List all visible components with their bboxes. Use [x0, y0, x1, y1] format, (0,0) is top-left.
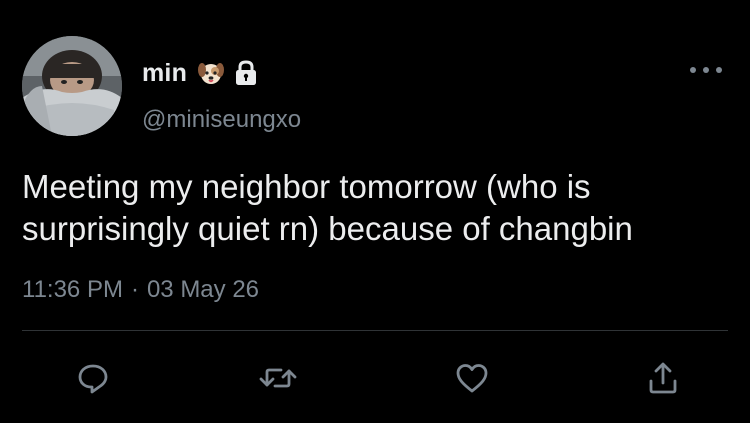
more-dot-icon: [716, 67, 722, 73]
more-options-button[interactable]: [690, 64, 722, 76]
tweet-text-line: surprisingly quiet rn) because of changb…: [22, 210, 633, 247]
avatar-image: [22, 36, 122, 136]
name-row: min: [142, 55, 259, 91]
more-dot-icon: [703, 67, 709, 73]
meta-separator: ·: [130, 276, 139, 303]
divider: [22, 330, 728, 331]
tweet-timestamp: 11:36 PM · 03 May 26: [22, 276, 259, 304]
tweet-time: 11:36 PM: [22, 276, 123, 303]
display-name[interactable]: min: [142, 59, 187, 88]
puppy-face-emoji-icon: [197, 59, 225, 87]
tweet-date: 03 May 26: [146, 276, 260, 303]
avatar[interactable]: [22, 36, 122, 136]
retweet-icon: [259, 368, 297, 388]
tweet-text-line: Meeting my neighbor tomorrow (who is: [22, 168, 591, 205]
reply-icon: [78, 364, 108, 394]
share-icon: [649, 362, 677, 394]
share-button[interactable]: [643, 358, 683, 398]
retweet-button[interactable]: [258, 358, 298, 398]
heart-icon: [456, 364, 488, 393]
reply-button[interactable]: [73, 358, 113, 398]
tweet-card: min @miniseungxo Meeting my neighbor tom…: [0, 0, 750, 423]
tweet-text: Meeting my neighbor tomorrow (who is sur…: [22, 166, 742, 250]
lock-icon: [233, 59, 259, 87]
like-button[interactable]: [452, 358, 492, 398]
more-dot-icon: [690, 67, 696, 73]
user-handle[interactable]: @miniseungxo: [142, 106, 301, 134]
